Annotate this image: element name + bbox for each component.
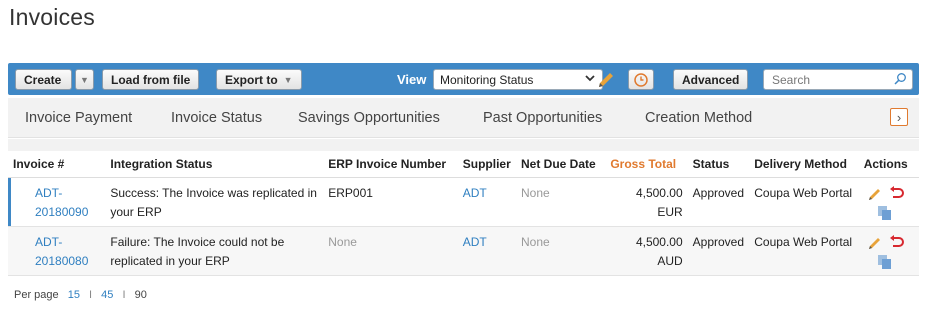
status-cell: Approved <box>687 177 750 227</box>
gross-total-amount: 4,500.00 <box>635 234 683 249</box>
column-header-invoice[interactable]: Invoice # <box>8 152 106 178</box>
tab-savings-opportunities[interactable]: Savings Opportunities <box>298 110 440 126</box>
column-header-integration-status[interactable]: Integration Status <box>105 152 324 178</box>
delivery-method-cell: Coupa Web Portal <box>749 226 859 276</box>
actions-cell <box>858 226 919 276</box>
create-dropdown-toggle[interactable]: ▼ <box>75 69 94 90</box>
per-page-option-15[interactable]: 15 <box>68 289 80 301</box>
net-due-date-cell: None <box>516 177 606 227</box>
view-select-value: Monitoring Status <box>440 73 534 87</box>
per-page-option-90[interactable]: 90 <box>135 289 147 301</box>
integration-status-cell: Failure: The Invoice could not be replic… <box>105 226 324 276</box>
invoice-number-link-line1[interactable]: ADT- <box>13 233 100 252</box>
divider: I <box>89 289 93 301</box>
export-to-button[interactable]: Export to ▼ <box>216 69 302 90</box>
supplier-link[interactable]: ADT <box>457 177 516 227</box>
tab-creation-method[interactable]: Creation Method <box>645 110 752 126</box>
export-to-label: Export to <box>225 72 278 87</box>
column-header-status[interactable]: Status <box>687 152 750 178</box>
search-placeholder: Search <box>772 73 811 87</box>
load-from-file-label: Load from file <box>111 72 191 87</box>
supplier-link[interactable]: ADT <box>457 226 516 276</box>
column-header-net-due-date[interactable]: Net Due Date <box>516 152 606 178</box>
create-button[interactable]: Create <box>15 69 72 90</box>
gross-total-currency: AUD <box>657 253 683 268</box>
erp-invoice-number-cell: ERP001 <box>323 177 458 227</box>
copy-icon[interactable] <box>877 254 893 276</box>
table-header-row: Invoice # Integration Status ERP Invoice… <box>8 152 919 178</box>
view-select[interactable]: Monitoring Status <box>433 69 603 90</box>
advanced-button[interactable]: Advanced <box>673 69 749 90</box>
chevron-down-icon: ▼ <box>80 74 89 85</box>
copy-icon[interactable] <box>877 205 893 227</box>
gross-total-currency: EUR <box>657 204 683 219</box>
tab-past-opportunities[interactable]: Past Opportunities <box>483 110 602 126</box>
clock-icon[interactable] <box>628 69 654 90</box>
view-label: View <box>397 72 427 87</box>
invoice-number-cell[interactable]: ADT- 20180080 <box>8 226 106 276</box>
tab-bar: Invoice Payment Invoice Status Savings O… <box>8 98 919 138</box>
column-header-erp-invoice-number[interactable]: ERP Invoice Number <box>323 152 458 178</box>
column-header-actions: Actions <box>858 152 919 178</box>
per-page-label: Per page <box>14 289 59 301</box>
column-header-delivery-method[interactable]: Delivery Method <box>749 152 859 178</box>
invoice-number-link-line2[interactable]: 20180080 <box>13 252 100 271</box>
create-button-label: Create <box>24 72 62 87</box>
toolbar: Create ▼ Load from file Export to ▼ View… <box>8 63 919 95</box>
erp-invoice-number-cell: None <box>323 226 458 276</box>
divider: I <box>122 289 126 301</box>
pagination: Per page 15 I 45 I 90 <box>14 289 147 301</box>
per-page-option-45[interactable]: 45 <box>101 289 113 301</box>
gross-total-cell: 4,500.00 AUD <box>605 226 688 276</box>
invoice-number-cell[interactable]: ADT- 20180090 <box>8 177 106 227</box>
search-input[interactable]: Search <box>763 69 913 90</box>
actions-cell <box>858 177 919 227</box>
column-header-gross-total[interactable]: Gross Total <box>605 152 688 178</box>
page-title: Invoices <box>9 4 95 30</box>
invoice-number-link-line1[interactable]: ADT- <box>13 184 100 203</box>
gross-total-cell: 4,500.00 EUR <box>605 177 688 227</box>
gross-total-amount: 4,500.00 <box>635 185 683 200</box>
tab-invoice-status[interactable]: Invoice Status <box>171 110 262 126</box>
divider <box>8 139 919 151</box>
integration-status-cell: Success: The Invoice was replicated in y… <box>105 177 324 227</box>
edit-view-pencil-icon[interactable] <box>595 69 617 96</box>
column-header-supplier[interactable]: Supplier <box>457 152 516 178</box>
chevron-down-icon: ▼ <box>283 74 293 85</box>
invoice-number-link-line2[interactable]: 20180090 <box>13 203 100 222</box>
net-due-date-cell: None <box>516 226 606 276</box>
table-row[interactable]: ADT- 20180080 Failure: The Invoice could… <box>8 226 919 276</box>
advanced-button-label: Advanced <box>682 72 740 87</box>
chevron-right-icon[interactable]: › <box>890 108 908 126</box>
tab-invoice-payment[interactable]: Invoice Payment <box>25 110 132 126</box>
load-from-file-button[interactable]: Load from file <box>102 69 200 90</box>
delivery-method-cell: Coupa Web Portal <box>749 177 859 227</box>
invoices-table: Invoice # Integration Status ERP Invoice… <box>8 152 919 276</box>
search-icon[interactable] <box>893 72 907 89</box>
status-cell: Approved <box>687 226 750 276</box>
table-row[interactable]: ADT- 20180090 Success: The Invoice was r… <box>8 177 919 227</box>
